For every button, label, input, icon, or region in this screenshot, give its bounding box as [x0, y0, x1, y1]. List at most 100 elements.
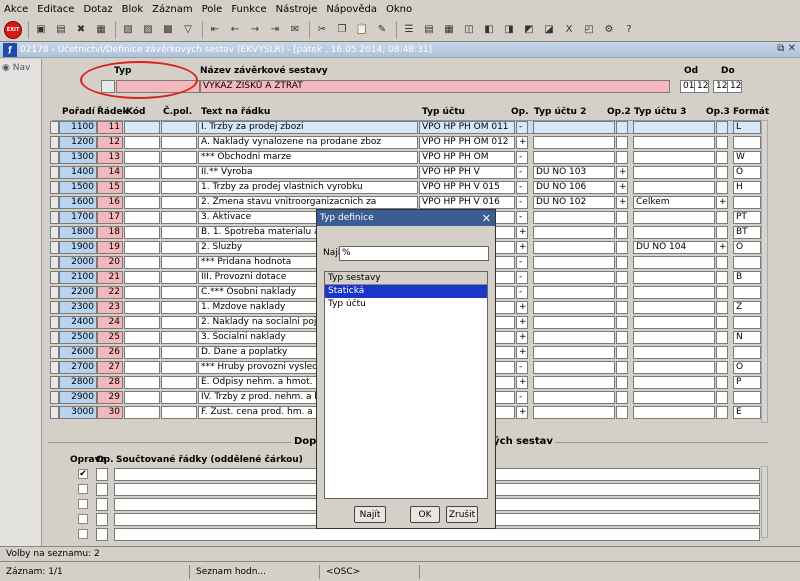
cell-radek[interactable]: 29 [97, 391, 123, 404]
cell-op2[interactable] [616, 391, 628, 404]
cell-typ3[interactable] [633, 151, 715, 164]
paste-icon[interactable]: 📋 [354, 22, 370, 38]
cell-radek[interactable]: 14 [97, 166, 123, 179]
cell-cpol[interactable] [161, 346, 197, 359]
cell-op3[interactable]: + [716, 241, 728, 254]
cell-op2[interactable] [616, 136, 628, 149]
cell-typ3[interactable]: DU NO 104 [633, 241, 715, 254]
cell-cpol[interactable] [161, 211, 197, 224]
cell-typ2[interactable] [533, 151, 615, 164]
cell-op[interactable]: + [516, 301, 528, 314]
dialog-find-button[interactable]: Najít [354, 506, 386, 523]
attach-icon[interactable]: ◧ [481, 22, 497, 38]
op-field[interactable] [96, 513, 108, 526]
cell-format[interactable]: O [733, 241, 761, 254]
cell-cpol[interactable] [161, 406, 197, 419]
cell-op[interactable]: - [516, 361, 528, 374]
cell-op[interactable]: + [516, 241, 528, 254]
cell-poradi[interactable]: 1100 [59, 121, 97, 134]
cell-op3[interactable] [716, 406, 728, 419]
cell-typ3[interactable] [633, 301, 715, 314]
lov-icon[interactable]: ☰ [401, 22, 417, 38]
row-selector[interactable] [50, 331, 59, 344]
cell-poradi[interactable]: 1200 [59, 136, 97, 149]
next-record-icon[interactable]: → [247, 22, 263, 38]
cell-op2[interactable] [616, 286, 628, 299]
row-selector[interactable] [50, 346, 59, 359]
cell-typ[interactable]: VPO HP PH OM 011 [419, 121, 515, 134]
cell-cpol[interactable] [161, 136, 197, 149]
cell-cpol[interactable] [161, 226, 197, 239]
cell-op3[interactable] [716, 346, 728, 359]
lower-scrollbar[interactable] [761, 466, 768, 538]
pdf-icon[interactable]: ◰ [581, 22, 597, 38]
cell-kod[interactable] [124, 121, 160, 134]
menu-item[interactable]: Nástroje [276, 4, 318, 15]
cell-op[interactable]: + [516, 346, 528, 359]
cell-cpol[interactable] [161, 241, 197, 254]
cell-typ2[interactable] [533, 406, 615, 419]
cell-op[interactable]: + [516, 331, 528, 344]
cell-typ2[interactable] [533, 271, 615, 284]
row-selector[interactable] [50, 316, 59, 329]
cell-op2[interactable] [616, 151, 628, 164]
cell-typ3[interactable] [633, 406, 715, 419]
dialog-list-item[interactable]: Statická [325, 285, 487, 298]
cell-kod[interactable] [124, 196, 160, 209]
cell-poradi[interactable]: 1400 [59, 166, 97, 179]
cell-poradi[interactable]: 1600 [59, 196, 97, 209]
cell-kod[interactable] [124, 301, 160, 314]
cell-poradi[interactable]: 2000 [59, 256, 97, 269]
cell-op3[interactable] [716, 121, 728, 134]
cell-cpol[interactable] [161, 196, 197, 209]
menu-item[interactable]: Nápověda [326, 4, 377, 15]
cell-op2[interactable] [616, 241, 628, 254]
cell-text[interactable]: II.** Vyroba [198, 166, 418, 179]
cell-format[interactable]: Z [733, 301, 761, 314]
window-controls[interactable]: ⧉ ✕ [777, 43, 796, 54]
delete-icon[interactable]: ✖ [73, 22, 89, 38]
cell-format[interactable]: N [733, 331, 761, 344]
row-selector[interactable] [50, 211, 59, 224]
cell-poradi[interactable]: 2300 [59, 301, 97, 314]
cell-radek[interactable]: 30 [97, 406, 123, 419]
query-execute-icon[interactable]: ▨ [140, 22, 156, 38]
cell-cpol[interactable] [161, 151, 197, 164]
cell-radek[interactable]: 27 [97, 361, 123, 374]
cell-op[interactable]: + [516, 226, 528, 239]
cell-op2[interactable] [616, 121, 628, 134]
cell-typ2[interactable]: DU NO 106 [533, 181, 615, 194]
cell-typ3[interactable] [633, 391, 715, 404]
cell-typ2[interactable] [533, 331, 615, 344]
cell-op2[interactable] [616, 406, 628, 419]
cell-poradi[interactable]: 1300 [59, 151, 97, 164]
cell-op3[interactable] [716, 331, 728, 344]
row-selector[interactable] [50, 286, 59, 299]
row-selector[interactable] [50, 301, 59, 314]
oprava-checkbox[interactable] [78, 529, 88, 539]
cell-poradi[interactable]: 1800 [59, 226, 97, 239]
insert-icon[interactable]: ▦ [93, 22, 109, 38]
cell-radek[interactable]: 23 [97, 301, 123, 314]
cell-op3[interactable] [716, 286, 728, 299]
cell-cpol[interactable] [161, 286, 197, 299]
cell-typ3[interactable] [633, 211, 715, 224]
excel-icon[interactable]: X [561, 22, 577, 38]
cell-typ3[interactable] [633, 166, 715, 179]
cell-op2[interactable] [616, 226, 628, 239]
cell-op[interactable]: - [516, 166, 528, 179]
cell-cpol[interactable] [161, 391, 197, 404]
cell-kod[interactable] [124, 136, 160, 149]
cell-typ[interactable]: VPO HP PH V 015 [419, 181, 515, 194]
cell-format[interactable]: O [733, 361, 761, 374]
cell-typ2[interactable] [533, 286, 615, 299]
cell-radek[interactable]: 11 [97, 121, 123, 134]
od-month-field[interactable]: 01 [680, 80, 695, 93]
cell-op2[interactable]: + [616, 166, 628, 179]
op-field[interactable] [96, 498, 108, 511]
cell-radek[interactable]: 16 [97, 196, 123, 209]
cell-typ3[interactable]: Celkem [633, 196, 715, 209]
settings-icon[interactable]: ⚙ [601, 22, 617, 38]
close-icon[interactable]: ✕ [482, 212, 491, 225]
cell-op[interactable]: - [516, 286, 528, 299]
